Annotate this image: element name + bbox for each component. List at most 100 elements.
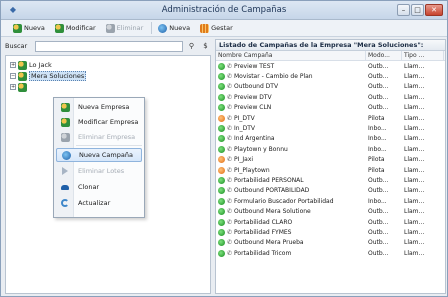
table-row[interactable]: ✆ In_DTV Inbo... Llam... (216, 123, 445, 133)
phone-icon: ✆ (227, 176, 233, 184)
campaign-mode: Inbo... (368, 145, 387, 153)
context-menu: Nueva Empresa Modificar Empresa Eliminar… (53, 97, 145, 218)
menu-item-label: Modificar Empresa (78, 118, 139, 126)
expand-toggle[interactable]: + (10, 62, 16, 68)
campaign-type: Llam... (404, 176, 425, 184)
campaign-name-cell: ✆ Preview DTV (216, 93, 366, 101)
search-input[interactable] (35, 40, 183, 52)
campaign-name: Outbound DTV (234, 83, 279, 91)
campaign-name-cell: ✆ PI_DTV (216, 114, 366, 122)
campaign-type: Llam... (404, 73, 425, 81)
modify-label: Modificar (65, 24, 96, 32)
table-row[interactable]: ✆ PI_Playtown Pilota Llam... (216, 165, 445, 175)
menu-item-label: Clonar (78, 183, 100, 191)
table-row[interactable]: ✆ Ind Argentina Inbo... Llam... (216, 134, 445, 144)
campaign-name: Portabilidad Tricom (234, 249, 292, 257)
company-icon (18, 82, 27, 92)
status-icon (218, 197, 225, 205)
column-header-type[interactable]: Tipo ... (402, 51, 444, 60)
filter-bar: Buscar ⚲ $ (5, 39, 211, 53)
new-campaign-button[interactable]: Nueva (156, 22, 192, 35)
maximize-button[interactable]: □ (411, 4, 424, 16)
filter-label: Buscar (5, 42, 28, 50)
tree-item-3[interactable]: + (10, 82, 29, 92)
table-row[interactable]: ✆ Portabilidad Tricom Outb... Llam... (216, 248, 445, 258)
table-row[interactable]: ✆ PI_Jaxi Pilota Llam... (216, 155, 445, 165)
table-row[interactable]: ✆ Portabilidad FYMES Outb... Llam... (216, 227, 445, 237)
status-icon (218, 125, 225, 133)
table-row[interactable]: ✆ Portabilidad PERSONAL Outb... Llam... (216, 175, 445, 185)
campaign-name-cell: ✆ Movistar - Cambio de Plan (216, 73, 366, 81)
menu-item-delete-company[interactable]: Eliminar Empresa (56, 130, 142, 144)
menu-item-label: Eliminar Empresa (78, 133, 136, 141)
collapse-toggle[interactable]: − (10, 73, 16, 79)
column-headers: Nombre Campaña Modo... Tipo ... (216, 51, 445, 61)
status-icon (218, 83, 225, 91)
manage-button[interactable]: Gestar (198, 22, 235, 35)
menu-item-modify-company[interactable]: Modificar Empresa (56, 115, 142, 129)
campaign-type: Llam... (404, 239, 425, 247)
new-company-button[interactable]: Nueva (11, 22, 47, 35)
close-button[interactable]: ✕ (425, 4, 443, 16)
window-controls: – □ ✕ (397, 4, 443, 16)
status-icon (218, 135, 225, 143)
phone-icon: ✆ (227, 156, 233, 164)
tree-item-mera-soluciones[interactable]: − Mera Soluciones (10, 71, 87, 81)
phone-icon: ✆ (227, 104, 233, 112)
toolbar-separator (151, 22, 153, 34)
status-icon (218, 166, 225, 174)
table-row[interactable]: ✆ Preview DTV Outb... Llam... (216, 92, 445, 102)
phone-icon (61, 184, 69, 190)
column-header-name[interactable]: Nombre Campaña (216, 51, 366, 60)
menu-item-new-company[interactable]: Nueva Empresa (56, 100, 142, 114)
table-row[interactable]: ✆ Outbound Mera Prueba Outb... Llam... (216, 238, 445, 248)
grid-icon (200, 23, 210, 33)
campaign-type: Llam... (404, 104, 425, 112)
users-delete-icon (60, 132, 70, 142)
users-icon (13, 23, 22, 33)
campaign-type: Llam... (404, 125, 425, 133)
delete-button[interactable]: Eliminar (104, 22, 146, 35)
table-row[interactable]: ✆ PI_DTV Pilota Llam... (216, 113, 445, 123)
campaign-mode: Pilota (368, 166, 385, 174)
campaign-name: PI_Jaxi (234, 156, 254, 164)
campaign-mode: Pilota (368, 156, 385, 164)
table-row[interactable]: ✆ Preview CLN Outb... Llam... (216, 103, 445, 113)
column-header-mode[interactable]: Modo... (366, 51, 402, 60)
table-row[interactable]: ✆ Formulario Buscador Portabilidad Inbo...… (216, 196, 445, 206)
menu-item-clone[interactable]: Clonar (56, 180, 142, 194)
title-bar[interactable]: ◆ Administración de Campañas – □ ✕ (1, 1, 447, 20)
campaign-name-cell: ✆ Preview TEST (216, 62, 366, 70)
campaign-type: Llam... (404, 145, 425, 153)
table-row[interactable]: ✆ Preview TEST Outb... Llam... (216, 61, 445, 71)
status-icon (218, 156, 225, 164)
campaign-name-cell: ✆ Portabilidad PERSONAL (216, 176, 366, 184)
users-edit-icon (54, 23, 64, 33)
campaign-type: Llam... (404, 218, 425, 226)
expand-toggle[interactable]: + (10, 84, 16, 90)
table-row[interactable]: ✆ Outbound PORTABILIDAD Outb... Llam... (216, 186, 445, 196)
globe-icon (158, 23, 168, 33)
menu-item-refresh[interactable]: Actualizar (56, 196, 142, 210)
campaign-mode: Outb... (368, 218, 389, 226)
campaign-list-panel: Listado de Campañas de la Empresa "Mera … (215, 39, 446, 294)
campaign-type: Llam... (404, 156, 425, 164)
table-row[interactable]: ✆ Outbound DTV Outb... Llam... (216, 82, 445, 92)
campaign-name: Portabilidad CLARO (234, 218, 293, 226)
status-icon (218, 114, 225, 122)
table-row[interactable]: ✆ Portabilidad CLARO Outb... Llam... (216, 217, 445, 227)
campaign-name: Outbound PORTABILIDAD (234, 187, 310, 195)
modify-button[interactable]: Modificar (53, 22, 98, 35)
campaign-type: Llam... (404, 114, 425, 122)
menu-item-new-campaign[interactable]: Nueva Campaña (56, 148, 142, 162)
tree-item-lojack[interactable]: + Lo Jack (10, 60, 52, 70)
phone-icon: ✆ (227, 93, 233, 101)
menu-item-delete-lots[interactable]: Eliminar Lotes (56, 164, 142, 178)
table-row[interactable]: ✆ Movistar - Cambio de Plan Outb... Llam... (216, 71, 445, 81)
search-icon[interactable]: ⚲ (186, 41, 197, 52)
table-row[interactable]: ✆ Outbound Mera Solutione Outb... Llam... (216, 206, 445, 216)
table-row[interactable]: ✆ Playtown y Bonnu Inbo... Llam... (216, 144, 445, 154)
clear-filter-icon[interactable]: $ (200, 41, 211, 52)
phone-icon: ✆ (227, 249, 233, 257)
minimize-button[interactable]: – (397, 4, 410, 16)
